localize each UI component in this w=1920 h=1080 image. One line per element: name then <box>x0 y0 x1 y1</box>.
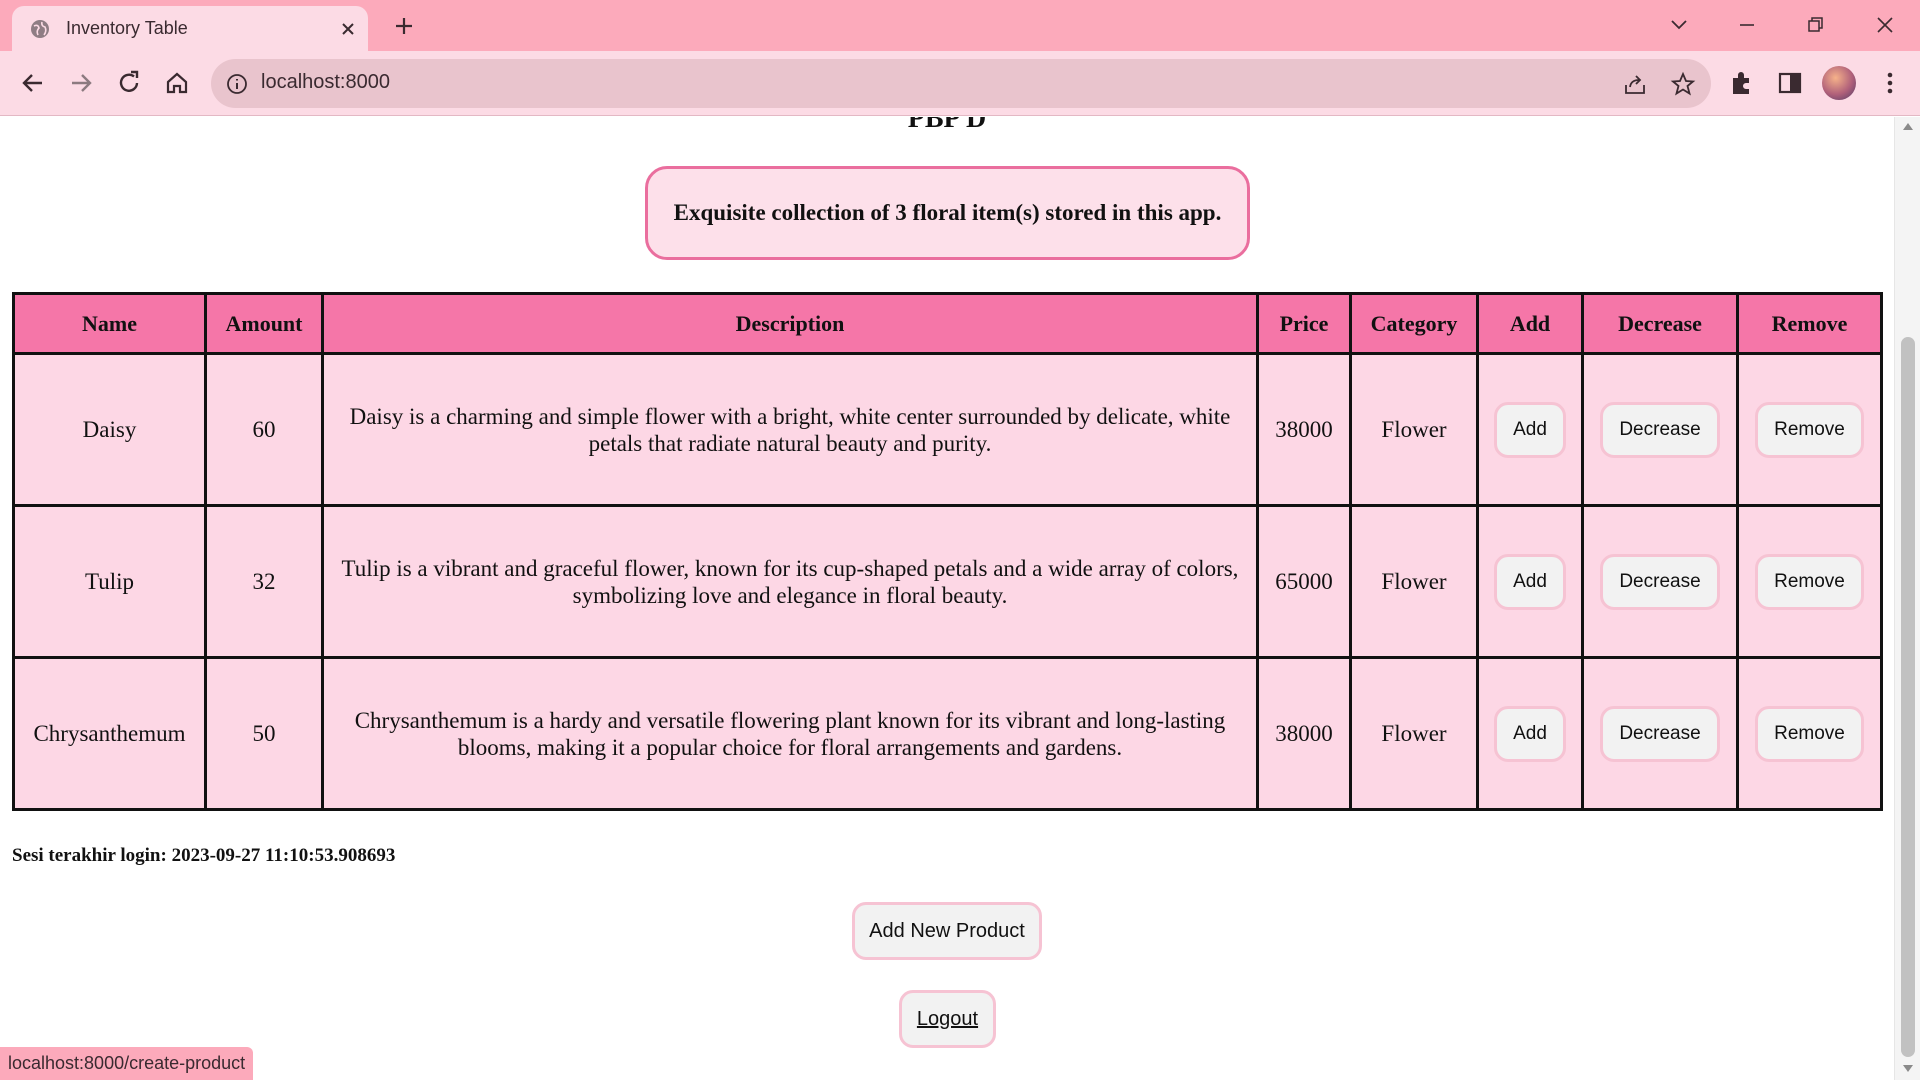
reload-icon[interactable] <box>112 66 146 100</box>
table-row: Chrysanthemum 50 Chrysanthemum is a hard… <box>12 656 1883 811</box>
cell-remove: Remove <box>1736 352 1883 507</box>
cell-name: Tulip <box>12 504 207 659</box>
header-remove: Remove <box>1736 292 1883 355</box>
cell-description: Daisy is a charming and simple flower wi… <box>321 352 1259 507</box>
minimize-icon[interactable] <box>1732 10 1762 40</box>
logout-button[interactable]: Logout <box>899 990 996 1048</box>
menu-icon[interactable] <box>1875 68 1905 98</box>
add-new-product-button[interactable]: Add New Product <box>852 902 1042 960</box>
cell-price: 38000 <box>1256 656 1352 811</box>
cell-decrease: Decrease <box>1581 352 1739 507</box>
cell-remove: Remove <box>1736 504 1883 659</box>
status-bar-url: localhost:8000/create-product <box>0 1047 254 1080</box>
globe-icon <box>31 20 49 38</box>
add-button[interactable]: Add <box>1494 553 1566 610</box>
scroll-up-arrow[interactable] <box>1903 123 1913 130</box>
header-amount: Amount <box>204 292 324 355</box>
tab-strip: Inventory Table <box>0 0 1920 51</box>
collection-banner: Exquisite collection of 3 floral item(s)… <box>645 166 1250 260</box>
close-icon[interactable] <box>338 19 358 39</box>
cell-add: Add <box>1476 504 1584 659</box>
remove-button[interactable]: Remove <box>1755 401 1864 458</box>
decrease-button[interactable]: Decrease <box>1600 401 1720 458</box>
restore-icon[interactable] <box>1801 10 1831 40</box>
cell-price: 38000 <box>1256 352 1352 507</box>
forward-icon[interactable] <box>64 66 98 100</box>
cell-decrease: Decrease <box>1581 656 1739 811</box>
scrollbar-thumb[interactable] <box>1901 337 1915 1057</box>
profile-avatar[interactable] <box>1822 66 1856 100</box>
add-button[interactable]: Add <box>1494 401 1566 458</box>
table-row: Tulip 32 Tulip is a vibrant and graceful… <box>12 504 1883 659</box>
info-icon[interactable] <box>225 72 249 96</box>
cell-amount: 32 <box>204 504 324 659</box>
header-description: Description <box>321 292 1259 355</box>
share-icon[interactable] <box>1622 71 1648 97</box>
cell-add: Add <box>1476 656 1584 811</box>
chevron-down-icon[interactable] <box>1664 10 1694 40</box>
star-icon[interactable] <box>1670 71 1696 97</box>
inventory-table: Name Amount Description Price Category A… <box>12 292 1883 811</box>
window-close-icon[interactable] <box>1870 10 1900 40</box>
table-row: Daisy 60 Daisy is a charming and simple … <box>12 352 1883 507</box>
remove-button[interactable]: Remove <box>1755 553 1864 610</box>
remove-button[interactable]: Remove <box>1755 705 1864 762</box>
vertical-scrollbar[interactable] <box>1894 117 1920 1080</box>
browser-toolbar: localhost:8000 <box>0 51 1920 116</box>
plus-icon[interactable] <box>392 14 416 38</box>
decrease-button[interactable]: Decrease <box>1600 705 1720 762</box>
cell-category: Flower <box>1349 504 1479 659</box>
header-add: Add <box>1476 292 1584 355</box>
header-category: Category <box>1349 292 1479 355</box>
cell-name: Daisy <box>12 352 207 507</box>
cell-category: Flower <box>1349 352 1479 507</box>
scroll-down-arrow[interactable] <box>1903 1065 1913 1072</box>
cell-amount: 60 <box>204 352 324 507</box>
url-text: localhost:8000 <box>261 71 390 93</box>
add-button[interactable]: Add <box>1494 705 1566 762</box>
cell-decrease: Decrease <box>1581 504 1739 659</box>
cell-price: 65000 <box>1256 504 1352 659</box>
page-title: PBP D <box>907 117 987 134</box>
table-header-row: Name Amount Description Price Category A… <box>12 292 1883 355</box>
cell-name: Chrysanthemum <box>12 656 207 811</box>
decrease-button[interactable]: Decrease <box>1600 553 1720 610</box>
page-viewport: PBP D Exquisite collection of 3 floral i… <box>0 117 1894 1080</box>
side-panel-icon[interactable] <box>1775 68 1805 98</box>
header-price: Price <box>1256 292 1352 355</box>
header-name: Name <box>12 292 207 355</box>
cell-amount: 50 <box>204 656 324 811</box>
header-decrease: Decrease <box>1581 292 1739 355</box>
extensions-icon[interactable] <box>1727 68 1757 98</box>
browser-tab[interactable]: Inventory Table <box>12 6 368 51</box>
cell-description: Tulip is a vibrant and graceful flower, … <box>321 504 1259 659</box>
cell-description: Chrysanthemum is a hardy and versatile f… <box>321 656 1259 811</box>
tab-title: Inventory Table <box>66 18 188 38</box>
cell-add: Add <box>1476 352 1584 507</box>
home-icon[interactable] <box>160 66 194 100</box>
cell-category: Flower <box>1349 656 1479 811</box>
last-login-text: Sesi terakhir login: 2023-09-27 11:10:53… <box>12 845 396 866</box>
back-icon[interactable] <box>16 66 50 100</box>
address-bar[interactable]: localhost:8000 <box>211 59 1711 108</box>
cell-remove: Remove <box>1736 656 1883 811</box>
